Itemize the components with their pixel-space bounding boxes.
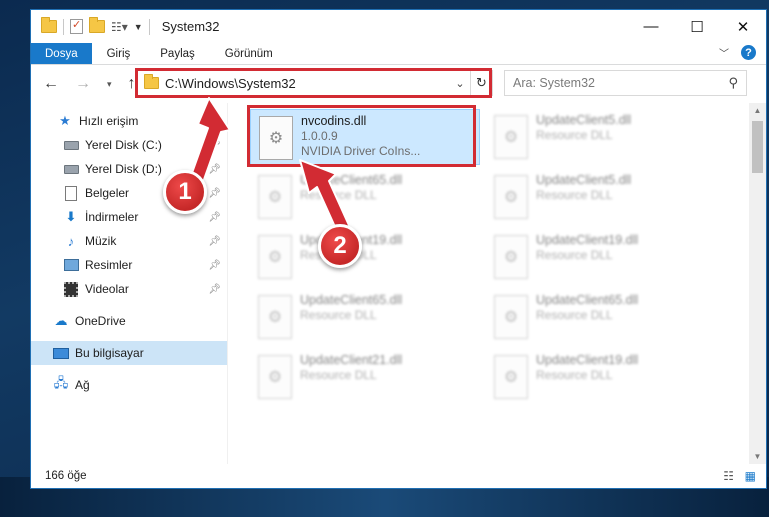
toolbar-dropdown-icon[interactable]: ▼ — [134, 22, 143, 32]
music-icon: ♪ — [67, 233, 75, 249]
star-icon: ★ — [59, 113, 71, 128]
details-view-icon[interactable]: ☷ — [723, 469, 734, 483]
search-icon[interactable]: ⚲ — [728, 75, 738, 91]
new-folder-icon[interactable] — [89, 17, 105, 33]
tab-giris[interactable]: Giriş — [92, 43, 146, 64]
help-icon[interactable]: ? — [741, 45, 756, 60]
dll-file-icon: ⚙ — [258, 355, 292, 399]
pin-icon[interactable]: 📌︎ — [208, 260, 221, 271]
customize-toolbar-icon[interactable]: ☷▾ — [111, 20, 128, 34]
sidebar-item-label: Hızlı erişim — [79, 114, 139, 128]
navigation-pane: ★ Hızlı erişim Yerel Disk (C:) 📌︎ Yerel … — [31, 103, 227, 464]
tab-paylas[interactable]: Paylaş — [145, 43, 210, 64]
properties-icon[interactable] — [70, 18, 83, 34]
sidebar-item-videos[interactable]: Videolar 📌︎ — [31, 277, 227, 301]
sidebar-item-label: Videolar — [85, 282, 129, 296]
sidebar-item-network[interactable]: 🖧︎ Ağ — [31, 373, 227, 397]
close-button[interactable]: ✕ — [720, 10, 766, 43]
file-tile[interactable]: ⚙ UpdateClient19.dllResource DLL — [486, 349, 716, 405]
file-tile[interactable]: ⚙ UpdateClient21.dll Resource DLL — [250, 349, 480, 405]
pin-icon[interactable]: 📌︎ — [208, 188, 221, 199]
vertical-scrollbar[interactable]: ▲ ▼ — [749, 103, 766, 464]
window-title: System32 — [161, 19, 220, 34]
this-pc-icon — [53, 345, 69, 361]
file-tile[interactable]: ⚙ UpdateClient5.dll Resource DLL — [486, 169, 716, 225]
downloads-icon: ⬇ — [65, 209, 77, 224]
file-tile[interactable]: ⚙ UpdateClient5.dll Resource DLL — [486, 109, 716, 165]
search-input[interactable]: Ara: System32 ⚲ — [504, 70, 747, 96]
sidebar-item-label: OneDrive — [75, 314, 126, 328]
scrollbar-thumb[interactable] — [752, 121, 763, 173]
tab-gorunum[interactable]: Görünüm — [210, 43, 288, 64]
title-bar: ☷▾ ▼ System32 — ☐ ✕ — [31, 10, 766, 43]
file-tile[interactable]: ⚙ UpdateClient65.dll Resource DLL — [250, 169, 480, 225]
documents-icon — [63, 185, 79, 201]
step-2-badge: 2 — [318, 224, 362, 268]
sidebar-item-label: Resimler — [85, 258, 133, 272]
dll-file-icon: ⚙ — [258, 295, 292, 339]
pin-icon[interactable]: 📌︎ — [208, 212, 221, 223]
pin-icon[interactable]: 📌︎ — [208, 284, 221, 295]
sidebar-item-music[interactable]: ♪ Müzik 📌︎ — [31, 229, 227, 253]
sidebar-item-label: Bu bilgisayar — [75, 346, 144, 360]
sidebar-item-pictures[interactable]: Resimler 📌︎ — [31, 253, 227, 277]
back-arrow-icon[interactable]: ← — [43, 75, 59, 93]
file-tile[interactable]: ⚙ UpdateClient19.dllResource DLL — [250, 229, 480, 285]
scroll-down-icon[interactable]: ▼ — [749, 452, 766, 461]
file-tile[interactable]: ⚙ UpdateClient65.dll Resource DLL — [250, 289, 480, 345]
dll-file-icon: ⚙ — [494, 235, 528, 279]
sidebar-item-quick-access[interactable]: ★ Hızlı erişim — [31, 109, 227, 133]
pictures-icon — [63, 257, 79, 273]
drive-icon — [63, 161, 79, 177]
dll-file-icon: ⚙ — [258, 235, 292, 279]
expand-ribbon-icon[interactable]: ﹀ — [719, 45, 729, 60]
status-bar: 166 öğe ☷ ▦ — [31, 464, 766, 488]
tiles-view-icon[interactable]: ▦ — [745, 469, 756, 483]
dll-file-icon: ⚙ — [258, 175, 292, 219]
minimize-button[interactable]: — — [628, 10, 674, 43]
address-highlight-box — [135, 68, 492, 98]
sidebar-item-label: Müzik — [85, 234, 117, 248]
ribbon-tabs: Dosya Giriş Paylaş Görünüm ﹀ ? — [31, 43, 766, 65]
network-icon: 🖧︎ — [53, 375, 69, 390]
scroll-up-icon[interactable]: ▲ — [749, 106, 766, 115]
sidebar-item-this-pc[interactable]: Bu bilgisayar — [31, 341, 227, 365]
step-1-badge: 1 — [163, 170, 207, 214]
quick-access-toolbar: ☷▾ ▼ — [31, 17, 150, 35]
pin-icon[interactable]: 📌︎ — [208, 164, 221, 175]
folder-icon — [41, 17, 57, 33]
search-placeholder: Ara: System32 — [513, 76, 595, 90]
onedrive-icon: ☁ — [54, 313, 68, 328]
dll-file-icon: ⚙ — [494, 295, 528, 339]
sidebar-item-onedrive[interactable]: ☁ OneDrive — [31, 309, 227, 333]
tab-dosya[interactable]: Dosya — [31, 43, 92, 64]
dll-file-icon: ⚙ — [494, 355, 528, 399]
file-tile[interactable]: ⚙ UpdateClient19.dllResource DLL — [486, 229, 716, 285]
file-tile[interactable]: ⚙ UpdateClient65.dll Resource DLL — [486, 289, 716, 345]
dll-file-icon: ⚙ — [494, 175, 528, 219]
drive-icon — [63, 137, 79, 153]
videos-icon — [63, 281, 79, 297]
recent-locations-icon[interactable]: ▾ — [107, 79, 112, 90]
pin-icon[interactable]: 📌︎ — [208, 140, 221, 151]
sidebar-item-label: Ağ — [75, 378, 90, 392]
pin-icon[interactable]: 📌︎ — [208, 236, 221, 247]
sidebar-item-label: İndirmeler — [85, 210, 139, 224]
forward-arrow-icon[interactable]: → — [75, 75, 91, 93]
sidebar-item-local-disk-c[interactable]: Yerel Disk (C:) 📌︎ — [31, 133, 227, 157]
sidebar-item-label: Yerel Disk (C:) — [85, 138, 162, 152]
file-highlight-box — [247, 105, 476, 167]
sidebar-item-label: Yerel Disk (D:) — [85, 162, 162, 176]
sidebar-item-label: Belgeler — [85, 186, 130, 200]
maximize-button[interactable]: ☐ — [674, 10, 720, 43]
dll-file-icon: ⚙ — [494, 115, 528, 159]
item-count: 166 öğe — [45, 470, 87, 482]
